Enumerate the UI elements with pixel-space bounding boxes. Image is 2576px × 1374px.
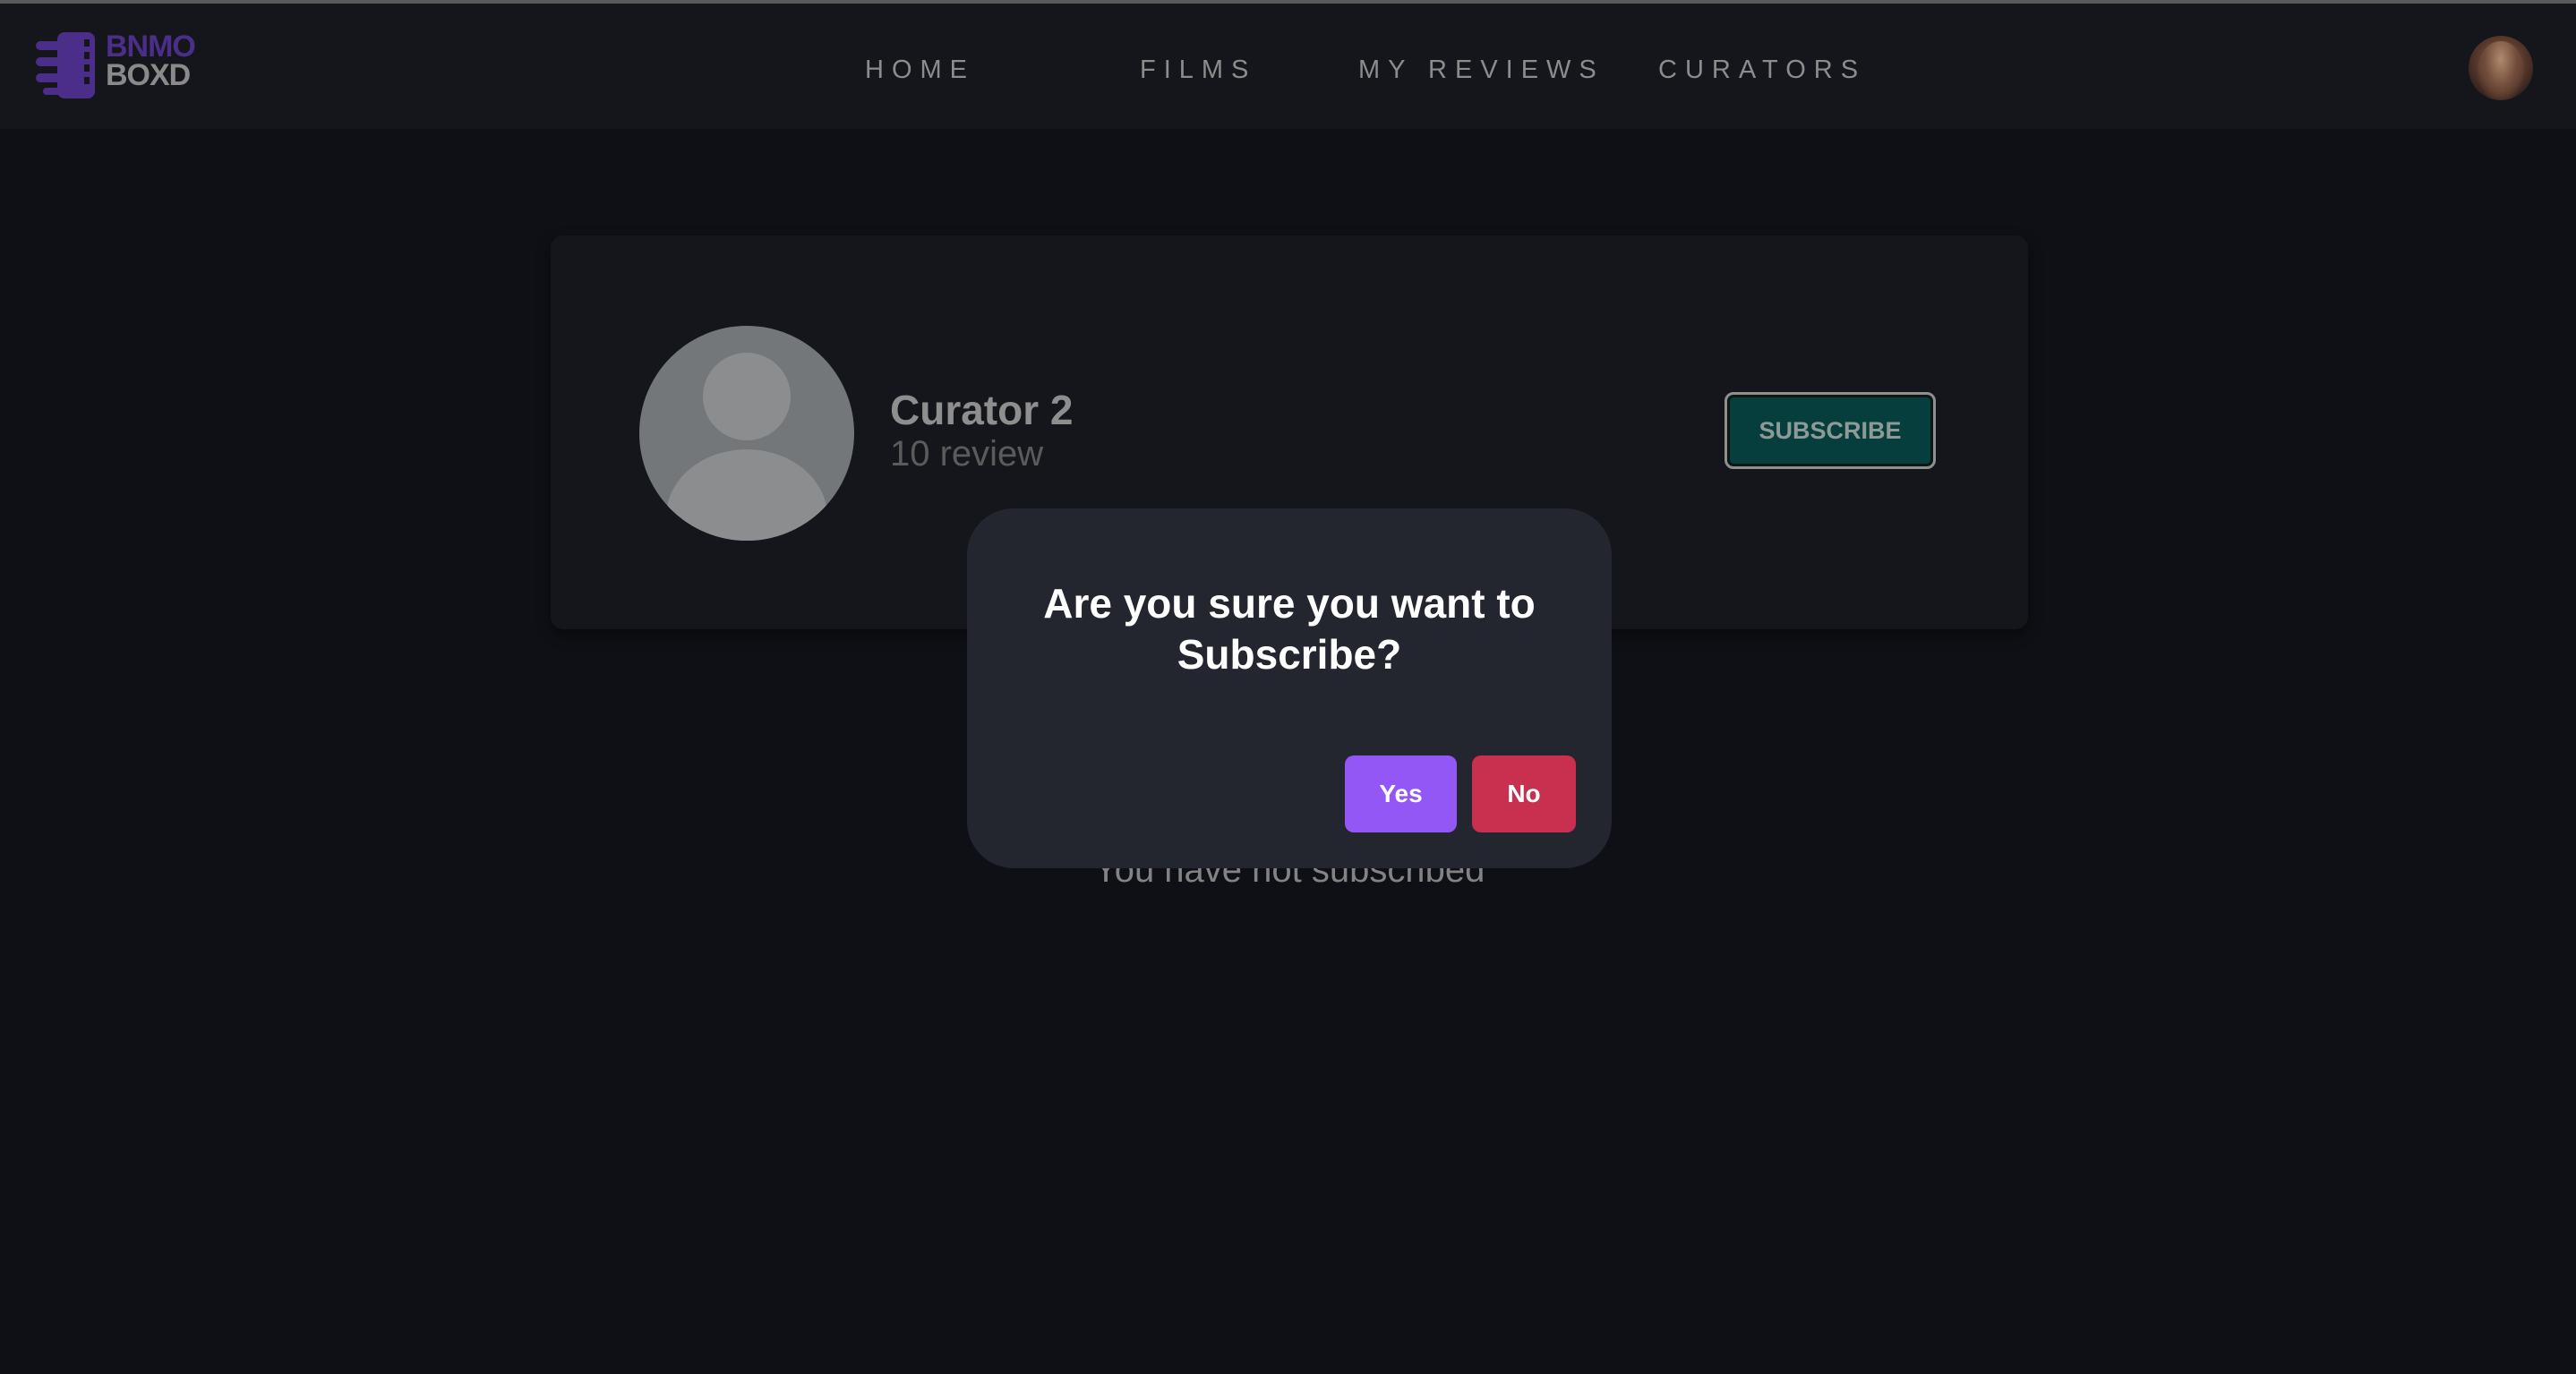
avatar-head-shape — [703, 353, 791, 440]
confirm-yes-button[interactable]: Yes — [1345, 755, 1457, 832]
dialog-title: Are you sure you want to Subscribe? — [1043, 580, 1536, 678]
logo-line-2: BOXD — [106, 58, 191, 92]
logo-text: BNMO BOXD — [106, 30, 196, 92]
subscribe-confirm-dialog: Are you sure you want to Subscribe? Yes … — [967, 508, 1612, 868]
film-logo-icon — [36, 32, 95, 98]
nav-films[interactable]: FILMS — [1140, 55, 1256, 85]
logo-line-1: BNMO — [106, 30, 196, 64]
nav-curators[interactable]: CURATORS — [1658, 55, 1866, 85]
navbar: BNMO BOXD HOME FILMS MY REVIEWS CURATORS — [0, 4, 2576, 129]
nav-home[interactable]: HOME — [865, 55, 975, 85]
curator-name: Curator 2 — [890, 387, 1074, 433]
nav-my-reviews[interactable]: MY REVIEWS — [1358, 55, 1605, 85]
site-logo[interactable]: BNMO BOXD — [36, 30, 215, 102]
user-avatar-photo — [2478, 41, 2524, 100]
default-user-avatar-icon — [639, 326, 854, 541]
subscribe-button[interactable]: SUBSCRIBE — [1724, 392, 1936, 469]
user-avatar[interactable] — [2469, 36, 2533, 100]
avatar-body-shape — [666, 449, 827, 541]
confirm-no-button[interactable]: No — [1472, 755, 1576, 832]
curator-review-count: 10 review — [890, 434, 1044, 474]
